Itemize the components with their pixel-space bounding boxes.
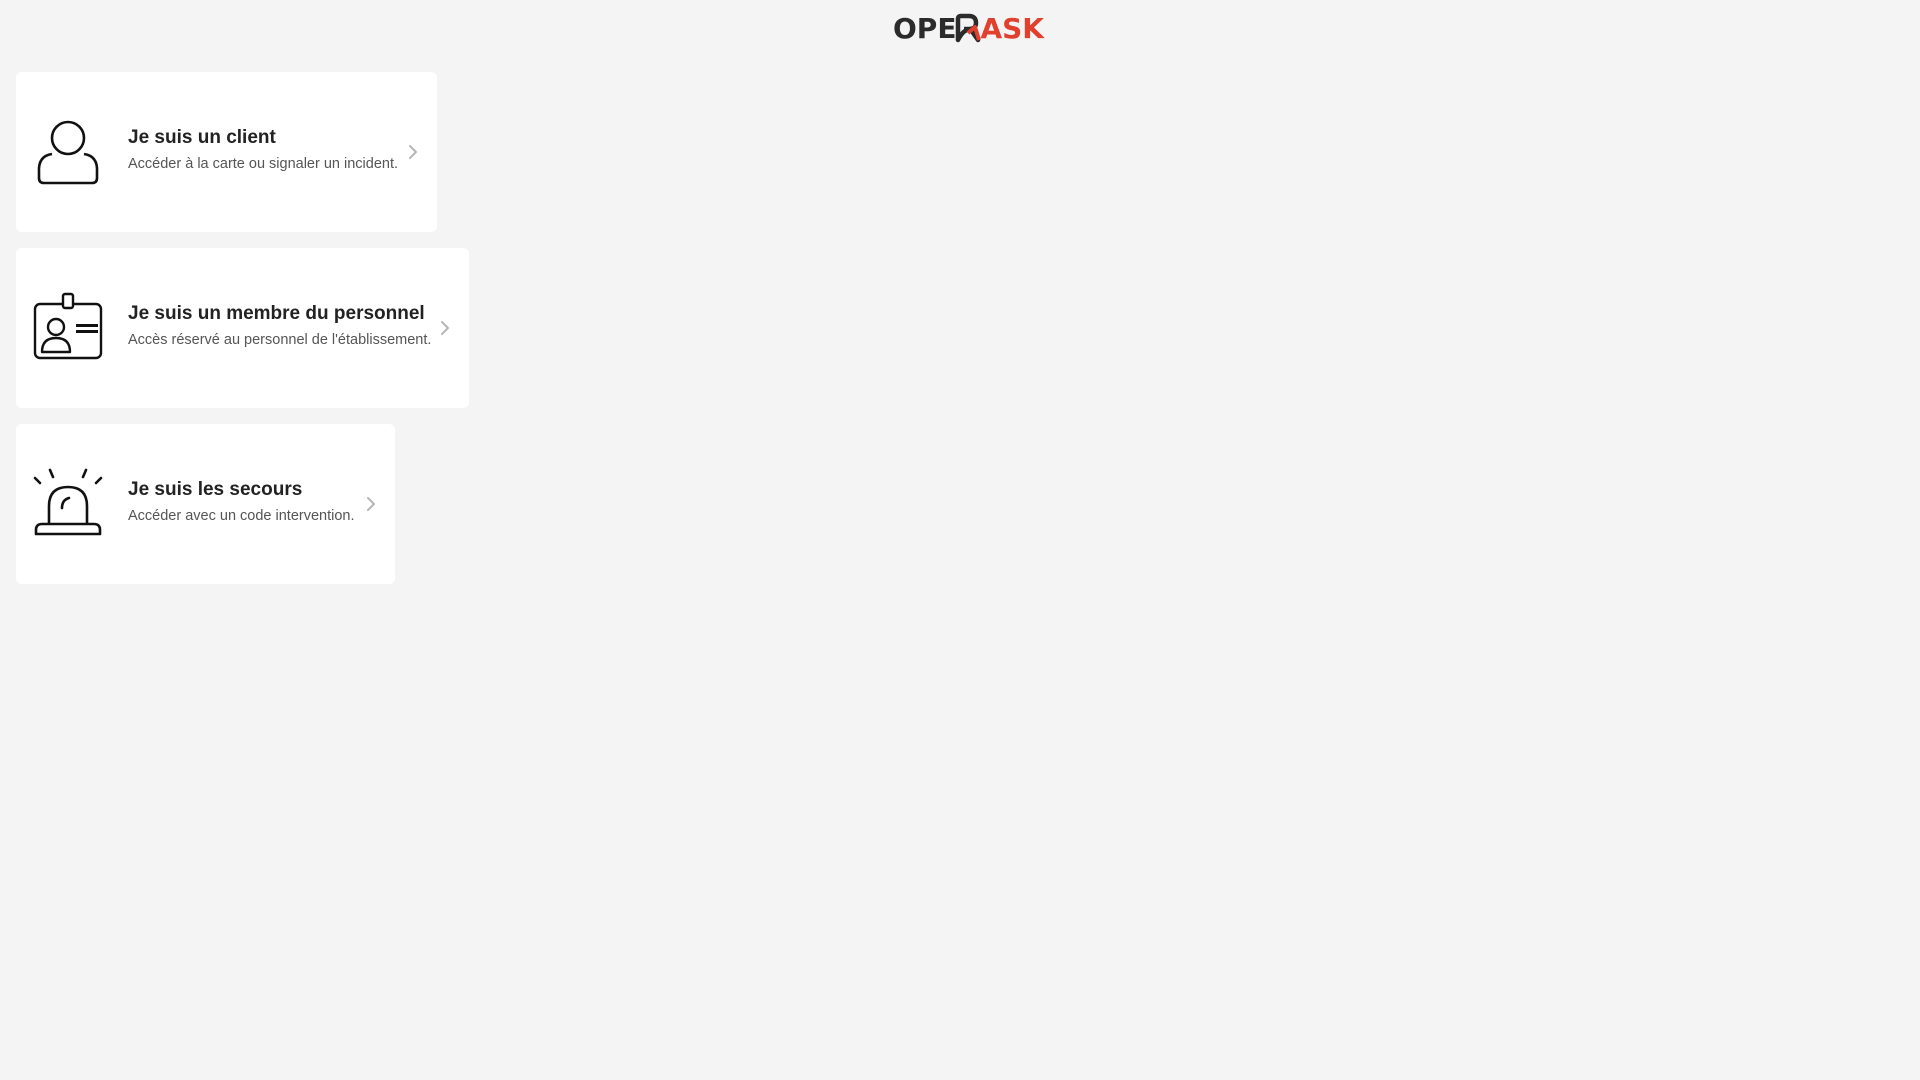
- staff-card-description: Accès réservé au personnel de l'établiss…: [128, 332, 432, 348]
- chevron-right-icon: [409, 145, 417, 159]
- user-icon: [37, 120, 99, 185]
- chevron-right-icon: [441, 321, 449, 335]
- client-card-description: Accéder à la carte ou signaler un incide…: [128, 156, 399, 172]
- operask-logo[interactable]: OPE ASK: [893, 11, 1044, 45]
- client-card[interactable]: Je suis un client Accéder à la carte ou …: [16, 72, 437, 232]
- staff-card-text: Je suis un membre du personnel Accès rés…: [128, 302, 431, 350]
- staff-card[interactable]: Je suis un membre du personnel Accès rés…: [16, 248, 469, 408]
- staff-card-title: Je suis un membre du personnel: [128, 303, 425, 324]
- client-card-title: Je suis un client: [128, 127, 276, 148]
- header: OPE ASK: [0, 0, 1920, 60]
- chevron-right-icon: [367, 497, 375, 511]
- logo-r-mark-icon: [956, 13, 982, 43]
- logo-text-suffix: ASK: [980, 11, 1044, 45]
- siren-icon: [33, 468, 103, 536]
- rescue-card-text: Je suis les secours Accéder avec un code…: [128, 478, 355, 526]
- rescue-card-description: Accéder avec un code intervention.: [128, 508, 355, 524]
- rescue-card[interactable]: Je suis les secours Accéder avec un code…: [16, 424, 395, 584]
- client-card-text: Je suis un client Accéder à la carte ou …: [128, 126, 398, 174]
- rescue-card-title: Je suis les secours: [128, 479, 303, 500]
- logo-text-prefix: OPE: [893, 11, 957, 45]
- id-badge-icon: [33, 292, 103, 360]
